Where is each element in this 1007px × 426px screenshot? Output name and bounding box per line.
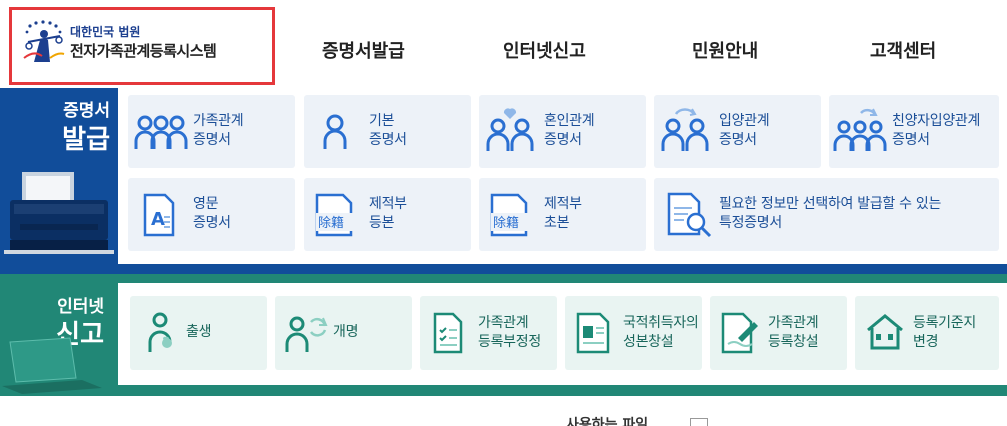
footer-checkbox[interactable] [690,418,708,426]
printer-icon [4,172,114,254]
logo-title: 전자가족관계등록시스템 [70,42,217,60]
nav-customer-center[interactable]: 고객센터 [870,37,936,63]
laptop-icon [2,337,102,394]
tile-label: 가족관계 등록창설 [768,315,819,350]
svg-text:除籍: 除籍 [493,215,519,231]
tile-full-adoption-certificate[interactable]: 친양자입양관계 증명서 [829,95,999,168]
tile-label: 입양관계 증명서 [719,113,770,148]
site-header: 대한민국 법원 전자가족관계등록시스템 증명서발급 인터넷신고 민원안내 고객센… [0,0,1007,88]
court-emblem-icon [23,20,65,62]
document-pen-icon [721,312,758,354]
tile-label: 기본 증명서 [369,113,407,148]
checklist-document-icon [433,312,463,354]
tile-label: 국적취득자의 성본창설 [623,315,699,350]
tile-removed-register-copy[interactable]: 除籍 제적부 등본 [304,178,471,251]
svg-text:除籍: 除籍 [318,215,344,231]
site-logo[interactable]: 대한민국 법원 전자가족관계등록시스템 [9,7,275,85]
svg-text:A: A [151,209,165,230]
tile-label: 친양자입양관계 증명서 [892,113,981,148]
tile-naturalized-surname-creation[interactable]: 국적취득자의 성본창설 [565,296,702,370]
english-document-icon: A [143,193,175,237]
tile-family-certificate[interactable]: 가족관계 증명서 [128,95,295,168]
tile-adoption-certificate[interactable]: 입양관계 증명서 [654,95,821,168]
tile-label: 개명 [333,324,359,340]
person-icon [323,114,347,149]
tile-label: 출생 [186,324,212,340]
tile-label: 가족관계 등록부정정 [478,315,541,350]
certificate-section: 증명서 발급 가족관계 증명서 기본 증명서 혼인관계 증명서 입양관계 증명서… [0,88,1007,274]
nav-internet-report[interactable]: 인터넷신고 [503,37,586,63]
tile-basic-certificate[interactable]: 기본 증명서 [304,95,471,168]
family-icon [134,115,188,149]
tile-register-correction[interactable]: 가족관계 등록부정정 [420,296,557,370]
tile-register-creation[interactable]: 가족관계 등록창설 [710,296,847,370]
certificate-tile-panel: 가족관계 증명서 기본 증명서 혼인관계 증명서 입양관계 증명서 친양자입양관… [118,88,1007,264]
tile-removed-register-abstract[interactable]: 除籍 제적부 초본 [479,178,646,251]
logo-subtitle: 대한민국 법원 [70,25,141,39]
internet-report-side-panel: 인터넷 신고 [0,274,118,396]
tile-english-certificate[interactable]: A 영문 증명서 [128,178,295,251]
birth-icon [148,312,172,352]
nav-certificate-issue[interactable]: 증명서발급 [322,37,405,63]
nav-civil-guide[interactable]: 민원안내 [692,37,758,63]
family-adoption-icon [833,108,887,151]
certificate-side-panel: 증명서 발급 [0,88,118,274]
tile-marriage-certificate[interactable]: 혼인관계 증명서 [479,95,646,168]
adoption-icon [661,108,709,151]
certificate-side-title-big: 발급 [62,125,110,155]
internet-report-tile-panel: 출생 개명 가족관계 등록부정정 국적취득자의 성본창설 가족관계 등록창설 등… [118,283,1007,385]
register-document-icon: 除籍 [315,193,362,237]
tile-birth-report[interactable]: 출생 [130,296,267,370]
register-document-icon: 除籍 [490,193,537,237]
tile-label: 필요한 정보만 선택하여 발급할 수 있는 특정증명서 [719,196,942,231]
tile-registry-base-change[interactable]: 등록기준지 변경 [855,296,999,370]
rename-icon [285,316,328,352]
tile-label: 영문 증명서 [193,196,231,231]
tile-label: 제적부 등본 [369,196,407,231]
id-card-icon [576,312,610,354]
certificate-side-title-small: 증명서 [63,101,110,121]
document-search-icon [667,192,712,238]
tile-label: 가족관계 증명서 [193,113,244,148]
footer-partial-text: 사용하는 파일 [566,417,649,426]
house-icon [867,314,903,350]
tile-label: 제적부 초본 [544,196,582,231]
tile-label: 등록기준지 변경 [913,315,976,350]
tile-specific-certificate[interactable]: 필요한 정보만 선택하여 발급할 수 있는 특정증명서 [654,178,999,251]
couple-heart-icon [486,108,534,151]
tile-label: 혼인관계 증명서 [544,113,595,148]
tile-name-change-report[interactable]: 개명 [275,296,412,370]
internet-report-section: 인터넷 신고 출생 개명 가족관계 등록부정정 국적취득자의 성본창설 가족관계… [0,274,1007,396]
